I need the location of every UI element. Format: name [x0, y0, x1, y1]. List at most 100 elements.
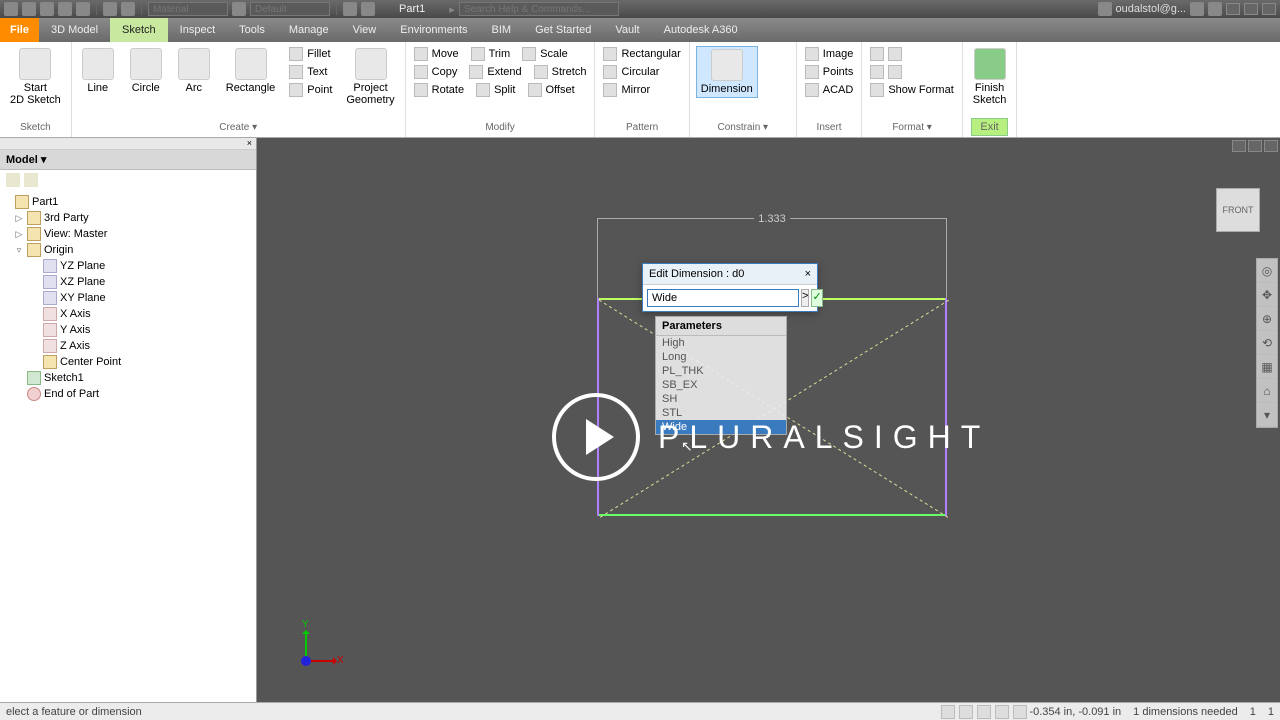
open-icon[interactable]: [22, 2, 36, 16]
doc-max-icon[interactable]: [1248, 140, 1262, 152]
status-icon-1[interactable]: [941, 705, 955, 719]
search-input[interactable]: [459, 2, 619, 16]
tree-node[interactable]: ▿Origin: [2, 242, 254, 258]
nav-home-icon[interactable]: ⌂: [1257, 379, 1277, 403]
status-icon-4[interactable]: [995, 705, 1009, 719]
fmt-1-button[interactable]: [868, 46, 955, 62]
dimension-button[interactable]: Dimension: [696, 46, 758, 98]
tree-node[interactable]: XY Plane: [2, 290, 254, 306]
text-button[interactable]: Text: [287, 64, 334, 80]
trim-button[interactable]: Trim: [469, 46, 513, 62]
stretch-button[interactable]: Stretch: [532, 64, 589, 80]
tab-manage[interactable]: Manage: [277, 18, 341, 42]
rectangle-button[interactable]: Rectangle: [222, 46, 280, 96]
nav-zoom-icon[interactable]: ⊕: [1257, 307, 1277, 331]
tree-node[interactable]: Sketch1: [2, 370, 254, 386]
filter-icon[interactable]: [6, 173, 20, 187]
appearance-dropdown[interactable]: [250, 2, 330, 16]
status-icon-2[interactable]: [959, 705, 973, 719]
status-icon-3[interactable]: [977, 705, 991, 719]
find-icon[interactable]: [24, 173, 38, 187]
tree-node[interactable]: XZ Plane: [2, 274, 254, 290]
extend-button[interactable]: Extend: [467, 64, 523, 80]
browser-header[interactable]: Model ▾: [0, 150, 256, 170]
panel-format-label[interactable]: Format ▾: [868, 120, 955, 133]
signin-icon[interactable]: [1098, 2, 1112, 16]
status-icon-5[interactable]: [1013, 705, 1027, 719]
home-icon[interactable]: [103, 2, 117, 16]
finish-sketch-button[interactable]: Finish Sketch: [969, 46, 1011, 108]
tab-bim[interactable]: BIM: [480, 18, 524, 42]
dropdown-item[interactable]: PL_THK: [656, 364, 786, 378]
circ-pattern-button[interactable]: Circular: [601, 64, 682, 80]
dropdown-item[interactable]: SH: [656, 392, 786, 406]
tab-view[interactable]: View: [341, 18, 389, 42]
tree-node[interactable]: Center Point: [2, 354, 254, 370]
dropdown-item[interactable]: High: [656, 336, 786, 350]
tab-3dmodel[interactable]: 3D Model: [39, 18, 110, 42]
point-button[interactable]: Point: [287, 82, 334, 98]
view-cube[interactable]: FRONT: [1216, 188, 1260, 232]
browser-close[interactable]: ×: [0, 138, 256, 150]
rotate-button[interactable]: Rotate: [412, 82, 466, 98]
misc-icon[interactable]: [361, 2, 375, 16]
tree-node[interactable]: ▷3rd Party: [2, 210, 254, 226]
graphics-canvas[interactable]: 1.333 Edit Dimension : d0× > ✓ Parameter…: [257, 138, 1280, 702]
tab-environments[interactable]: Environments: [388, 18, 479, 42]
copy-button[interactable]: Copy: [412, 64, 460, 80]
dropdown-item-selected[interactable]: Wide: [656, 420, 786, 434]
dropdown-arrow-button[interactable]: >: [801, 289, 809, 307]
favorite-icon[interactable]: [1190, 2, 1204, 16]
scale-button[interactable]: Scale: [520, 46, 570, 62]
rect-pattern-button[interactable]: Rectangular: [601, 46, 682, 62]
tab-vault[interactable]: Vault: [603, 18, 651, 42]
exit-button[interactable]: Exit: [971, 118, 1007, 136]
tree-node[interactable]: End of Part: [2, 386, 254, 402]
tree-node[interactable]: Z Axis: [2, 338, 254, 354]
fx-icon[interactable]: [343, 2, 357, 16]
offset-button[interactable]: Offset: [526, 82, 577, 98]
project-geometry-button[interactable]: Project Geometry: [342, 46, 398, 108]
nav-more-icon[interactable]: ▾: [1257, 403, 1277, 427]
nav-steering-icon[interactable]: ◎: [1257, 259, 1277, 283]
mirror-button[interactable]: Mirror: [601, 82, 682, 98]
select-icon[interactable]: [121, 2, 135, 16]
dropdown-item[interactable]: STL: [656, 406, 786, 420]
panel-constrain-label[interactable]: Constrain ▾: [696, 120, 790, 133]
file-menu[interactable]: File: [0, 18, 39, 42]
split-button[interactable]: Split: [474, 82, 517, 98]
doc-min-icon[interactable]: [1232, 140, 1246, 152]
arc-button[interactable]: Arc: [174, 46, 214, 96]
dropdown-item[interactable]: SB_EX: [656, 378, 786, 392]
dimension-annotation[interactable]: 1.333: [597, 218, 947, 238]
dialog-close-button[interactable]: ×: [805, 268, 811, 280]
tab-tools[interactable]: Tools: [227, 18, 277, 42]
line-button[interactable]: Line: [78, 46, 118, 96]
appearance-icon[interactable]: [232, 2, 246, 16]
start-2d-sketch-button[interactable]: Start 2D Sketch: [6, 46, 65, 108]
panel-create-label[interactable]: Create ▾: [78, 120, 399, 133]
maximize-button[interactable]: [1244, 3, 1258, 15]
show-format-button[interactable]: Show Format: [868, 82, 955, 98]
user-name[interactable]: oudalstol@g...: [1116, 3, 1187, 15]
tab-a360[interactable]: Autodesk A360: [652, 18, 750, 42]
material-dropdown[interactable]: [148, 2, 228, 16]
acad-button[interactable]: ACAD: [803, 82, 856, 98]
tab-sketch[interactable]: Sketch: [110, 18, 168, 42]
move-button[interactable]: Move: [412, 46, 461, 62]
fmt-3-button[interactable]: [868, 64, 955, 80]
minimize-button[interactable]: [1226, 3, 1240, 15]
tab-inspect[interactable]: Inspect: [168, 18, 227, 42]
tree-node[interactable]: X Axis: [2, 306, 254, 322]
tree-node[interactable]: YZ Plane: [2, 258, 254, 274]
doc-close-icon[interactable]: [1264, 140, 1278, 152]
circle-button[interactable]: Circle: [126, 46, 166, 96]
tab-getstarted[interactable]: Get Started: [523, 18, 603, 42]
tree-node[interactable]: ▷View: Master: [2, 226, 254, 242]
fillet-button[interactable]: Fillet: [287, 46, 334, 62]
dropdown-item[interactable]: Long: [656, 350, 786, 364]
save-icon[interactable]: [40, 2, 54, 16]
dimension-input[interactable]: [647, 289, 799, 307]
nav-pan-icon[interactable]: ✥: [1257, 283, 1277, 307]
nav-lookat-icon[interactable]: ▦: [1257, 355, 1277, 379]
